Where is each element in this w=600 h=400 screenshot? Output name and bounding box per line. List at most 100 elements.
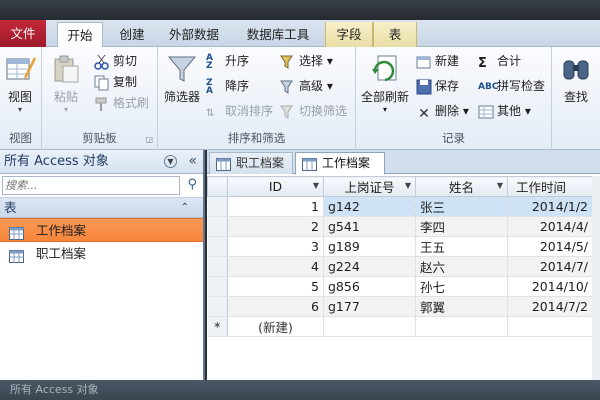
cell-work-date[interactable]: 2014/10/	[507, 276, 593, 297]
selection-filter-icon	[280, 54, 296, 70]
tab-fields[interactable]: 字段	[325, 22, 373, 47]
cell-work-date[interactable]: 2014/7/	[507, 256, 593, 277]
column-header-cert-no[interactable]: 上岗证号 ▼	[323, 176, 416, 197]
chevron-down-icon[interactable]: ▼	[313, 181, 319, 190]
row-selector[interactable]	[207, 216, 228, 237]
view-button[interactable]: 视图 ▾	[2, 53, 38, 114]
vertical-scrollbar[interactable]	[592, 176, 600, 380]
table-row[interactable]: 4 g224 赵六 2014/7/	[207, 256, 593, 277]
cut-button[interactable]: 剪切	[94, 51, 137, 71]
column-header-id[interactable]: ID ▼	[227, 176, 324, 197]
nav-section-tables[interactable]: 表 ⌃	[0, 198, 203, 218]
selection-button[interactable]: 选择 ▾	[280, 51, 333, 71]
cell-work-date[interactable]: 2014/1/2	[507, 196, 593, 217]
cell-cert-no[interactable]: g142	[323, 196, 416, 217]
totals-button[interactable]: Σ 合计	[478, 51, 521, 71]
cell-work-date[interactable]	[507, 316, 593, 337]
chevron-down-icon[interactable]: ▼	[497, 181, 503, 190]
column-header-work-date[interactable]: 工作时间	[507, 176, 593, 197]
toggle-filter-label: 切换筛选	[299, 104, 348, 118]
doc-tab-label: 工作档案	[322, 156, 371, 170]
row-selector[interactable]	[207, 276, 228, 297]
cell-name[interactable]	[415, 316, 508, 337]
copy-button[interactable]: 复制	[94, 72, 137, 92]
table-row[interactable]: 3 g189 王五 2014/5/	[207, 236, 593, 257]
dialog-launcher-icon[interactable]: ◲	[145, 135, 153, 144]
tab-table[interactable]: 表	[373, 22, 417, 47]
row-selector[interactable]	[207, 296, 228, 317]
cell-cert-no[interactable]: g177	[323, 296, 416, 317]
tab-database-tools[interactable]: 数据库工具	[236, 22, 320, 47]
cell-cert-no[interactable]: g189	[323, 236, 416, 257]
cell-id[interactable]: (新建)	[227, 316, 324, 337]
doc-tab-staff-records[interactable]: 职工档案	[209, 152, 293, 174]
paste-button[interactable]: 粘贴 ▾	[48, 53, 84, 114]
chevron-up-icon[interactable]: ⌃	[181, 198, 189, 218]
cell-id[interactable]: 5	[227, 276, 324, 297]
tab-home[interactable]: 开始	[57, 22, 103, 48]
nav-item-work-records[interactable]: 工作档案	[0, 218, 203, 242]
column-header-label: 姓名	[448, 180, 474, 195]
cell-name[interactable]: 赵六	[415, 256, 508, 277]
cell-cert-no[interactable]	[323, 316, 416, 337]
cell-cert-no[interactable]: g856	[323, 276, 416, 297]
nav-section-label: 表	[4, 200, 17, 215]
chevron-down-icon[interactable]: ▼	[164, 155, 177, 168]
paste-label: 粘贴	[53, 90, 78, 104]
cell-cert-no[interactable]: g541	[323, 216, 416, 237]
table-row[interactable]: 2 g541 李四 2014/4/	[207, 216, 593, 237]
spelling-icon: ABC	[478, 81, 499, 92]
cell-work-date[interactable]: 2014/7/2	[507, 296, 593, 317]
row-selector[interactable]	[207, 236, 228, 257]
refresh-all-button[interactable]: 全部刷新 ▾	[360, 53, 410, 114]
tab-external-data[interactable]: 外部数据	[160, 22, 228, 47]
cell-work-date[interactable]: 2014/5/	[507, 236, 593, 257]
collapse-pane-icon[interactable]: «	[188, 150, 197, 173]
cell-name[interactable]: 王五	[415, 236, 508, 257]
row-selector[interactable]	[207, 256, 228, 277]
cell-id[interactable]: 6	[227, 296, 324, 317]
cell-cert-no[interactable]: g224	[323, 256, 416, 277]
clear-sort-button[interactable]: ⇅ 取消排序	[206, 101, 273, 121]
table-row[interactable]: 6 g177 郭翼 2014/7/2	[207, 296, 593, 317]
cell-name[interactable]: 郭翼	[415, 296, 508, 317]
new-record-button[interactable]: 新建	[416, 51, 459, 71]
cell-work-date[interactable]: 2014/4/	[507, 216, 593, 237]
find-button[interactable]: 查找	[558, 53, 594, 105]
doc-tab-work-records[interactable]: 工作档案	[295, 152, 385, 175]
tab-file[interactable]: 文件	[0, 20, 46, 47]
sort-ascending-button[interactable]: A Z 升序	[206, 51, 249, 71]
format-painter-button[interactable]: 格式刷	[94, 93, 149, 113]
table-row[interactable]: 1 g142 张三 2014/1/2	[207, 196, 593, 217]
row-selector[interactable]	[207, 196, 228, 217]
sort-descending-button[interactable]: Z A 降序	[206, 76, 249, 96]
cell-name[interactable]: 孙七	[415, 276, 508, 297]
select-all-corner[interactable]	[207, 176, 228, 197]
cell-id[interactable]: 3	[227, 236, 324, 257]
filter-button[interactable]: 筛选器	[162, 53, 202, 105]
cell-id[interactable]: 1	[227, 196, 324, 217]
nav-pane-header[interactable]: 所有 Access 对象 ▼ «	[0, 150, 203, 174]
delete-button[interactable]: ✕ 删除 ▾	[416, 101, 469, 122]
toggle-filter-button[interactable]: 切换筛选	[280, 101, 347, 121]
sort-ascending-icon: AZ	[206, 52, 213, 71]
cell-name[interactable]: 张三	[415, 196, 508, 217]
nav-search-input[interactable]	[2, 176, 180, 195]
table-row[interactable]: 5 g856 孙七 2014/10/	[207, 276, 593, 297]
save-button[interactable]: 保存	[416, 76, 459, 96]
more-button[interactable]: 其他 ▾	[478, 101, 531, 121]
nav-item-label: 工作档案	[36, 223, 87, 238]
new-record-row[interactable]: * (新建)	[207, 316, 593, 337]
spelling-button[interactable]: ABC拼写检查	[478, 76, 545, 96]
tab-create[interactable]: 创建	[110, 22, 154, 47]
more-grid-icon	[478, 104, 494, 120]
column-header-name[interactable]: 姓名 ▼	[415, 176, 508, 197]
search-icon[interactable]: ⚲	[187, 177, 197, 192]
new-row-marker: *	[207, 316, 228, 337]
cell-name[interactable]: 李四	[415, 216, 508, 237]
chevron-down-icon[interactable]: ▼	[405, 181, 411, 190]
advanced-button[interactable]: 高级 ▾	[280, 76, 333, 96]
nav-item-staff-records[interactable]: 职工档案	[0, 242, 203, 266]
cell-id[interactable]: 4	[227, 256, 324, 277]
cell-id[interactable]: 2	[227, 216, 324, 237]
